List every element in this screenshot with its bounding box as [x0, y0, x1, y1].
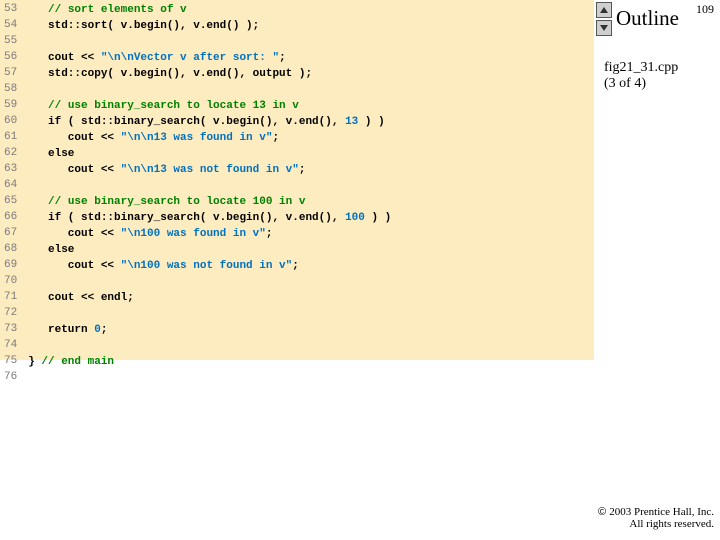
line-number: 55 [0, 34, 27, 50]
code-source: if ( std::binary_search( v.begin(), v.en… [27, 114, 392, 130]
line-number: 67 [0, 226, 27, 242]
code-line: 60 if ( std::binary_search( v.begin(), v… [0, 114, 392, 130]
copyright-line1: © 2003 Prentice Hall, Inc. [598, 506, 714, 518]
chevron-up-icon [599, 6, 609, 14]
code-source [27, 178, 392, 194]
code-source: std::copy( v.begin(), v.end(), output ); [27, 66, 392, 82]
code-source [27, 34, 392, 50]
line-number: 73 [0, 322, 27, 338]
code-line: 61 cout << "\n\n13 was found in v"; [0, 130, 392, 146]
code-source: cout << endl; [27, 290, 392, 306]
next-slide-button[interactable] [596, 20, 612, 36]
nav-arrows [596, 2, 612, 36]
copyright-line2: All rights reserved. [598, 518, 714, 530]
code-source [27, 82, 392, 98]
code-line: 56 cout << "\n\nVector v after sort: "; [0, 50, 392, 66]
code-line: 66 if ( std::binary_search( v.begin(), v… [0, 210, 392, 226]
code-source: if ( std::binary_search( v.begin(), v.en… [27, 210, 392, 226]
line-number: 72 [0, 306, 27, 322]
code-line: 55 [0, 34, 392, 50]
line-number: 75 [0, 354, 27, 370]
code-source: cout << "\n100 was not found in v"; [27, 258, 392, 274]
line-number: 68 [0, 242, 27, 258]
line-number: 57 [0, 66, 27, 82]
line-number: 58 [0, 82, 27, 98]
code-source: std::sort( v.begin(), v.end() ); [27, 18, 392, 34]
code-line: 62 else [0, 146, 392, 162]
prev-slide-button[interactable] [596, 2, 612, 18]
code-source [27, 306, 392, 322]
code-line: 53 // sort elements of v [0, 2, 392, 18]
code-line: 68 else [0, 242, 392, 258]
chevron-down-icon [599, 24, 609, 32]
sidebar: 109 Outline fig21_31.cpp (3 of 4) [594, 0, 720, 540]
line-number: 65 [0, 194, 27, 210]
code-line: 58 [0, 82, 392, 98]
code-source: cout << "\n\nVector v after sort: "; [27, 50, 392, 66]
code-line: 72 [0, 306, 392, 322]
code-source: cout << "\n\n13 was found in v"; [27, 130, 392, 146]
code-line: 69 cout << "\n100 was not found in v"; [0, 258, 392, 274]
line-number: 70 [0, 274, 27, 290]
line-number: 61 [0, 130, 27, 146]
code-source: else [27, 146, 392, 162]
code-listing: 53 // sort elements of v54 std::sort( v.… [0, 0, 594, 360]
code-source: // use binary_search to locate 13 in v [27, 98, 392, 114]
code-source [27, 274, 392, 290]
line-number: 69 [0, 258, 27, 274]
line-number: 76 [0, 370, 27, 386]
code-source: else [27, 242, 392, 258]
code-line: 74 [0, 338, 392, 354]
code-line: 76 [0, 370, 392, 386]
code-source: return 0; [27, 322, 392, 338]
code-source: cout << "\n\n13 was not found in v"; [27, 162, 392, 178]
code-line: 75} // end main [0, 354, 392, 370]
code-line: 71 cout << endl; [0, 290, 392, 306]
line-number: 62 [0, 146, 27, 162]
line-number: 74 [0, 338, 27, 354]
file-info: fig21_31.cpp (3 of 4) [594, 60, 720, 92]
outline-title: Outline [616, 2, 679, 31]
file-name: fig21_31.cpp [604, 60, 720, 76]
code-line: 64 [0, 178, 392, 194]
code-line: 65 // use binary_search to locate 100 in… [0, 194, 392, 210]
code-source: // sort elements of v [27, 2, 392, 18]
code-line: 70 [0, 274, 392, 290]
line-number: 63 [0, 162, 27, 178]
code-line: 67 cout << "\n100 was found in v"; [0, 226, 392, 242]
line-number: 54 [0, 18, 27, 34]
code-line: 54 std::sort( v.begin(), v.end() ); [0, 18, 392, 34]
line-number: 64 [0, 178, 27, 194]
code-source [27, 370, 392, 386]
code-source: // use binary_search to locate 100 in v [27, 194, 392, 210]
line-number: 53 [0, 2, 27, 18]
line-number: 59 [0, 98, 27, 114]
code-source: } // end main [27, 354, 392, 370]
slide-number: 109 [696, 2, 714, 17]
code-source: cout << "\n100 was found in v"; [27, 226, 392, 242]
code-line: 63 cout << "\n\n13 was not found in v"; [0, 162, 392, 178]
code-source [27, 338, 392, 354]
file-part: (3 of 4) [604, 76, 720, 92]
line-number: 60 [0, 114, 27, 130]
line-number: 56 [0, 50, 27, 66]
code-line: 57 std::copy( v.begin(), v.end(), output… [0, 66, 392, 82]
code-table: 53 // sort elements of v54 std::sort( v.… [0, 2, 392, 386]
line-number: 71 [0, 290, 27, 306]
code-line: 73 return 0; [0, 322, 392, 338]
line-number: 66 [0, 210, 27, 226]
copyright-footer: © 2003 Prentice Hall, Inc. All rights re… [598, 506, 714, 530]
code-line: 59 // use binary_search to locate 13 in … [0, 98, 392, 114]
